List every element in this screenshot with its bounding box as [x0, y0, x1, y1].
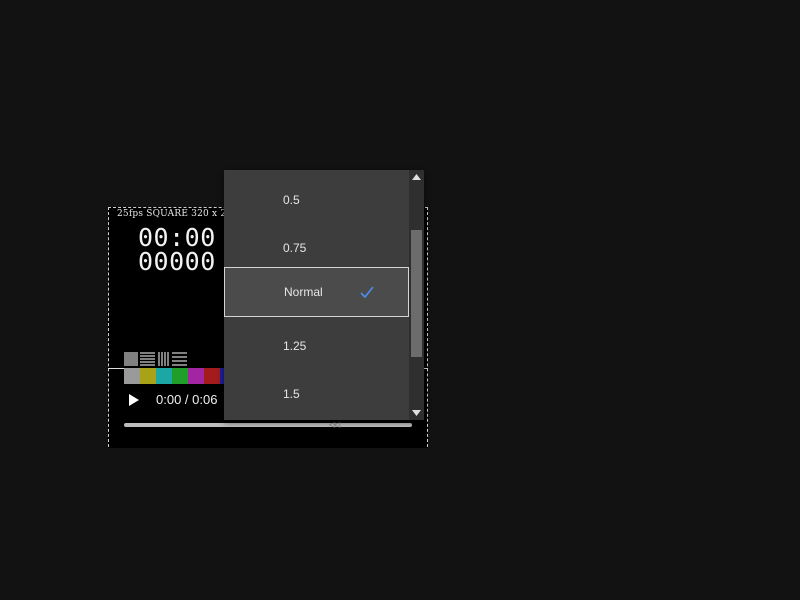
color-bar: [124, 368, 140, 384]
speed-option-label: 0.75: [283, 240, 307, 255]
speed-option[interactable]: 0.5: [224, 175, 409, 224]
color-bar: [188, 368, 204, 384]
speed-option[interactable]: 1.25: [224, 321, 409, 370]
speed-option-label: 0.5: [283, 192, 300, 207]
scrollbar-thumb[interactable]: [411, 230, 422, 357]
color-bars: [124, 368, 236, 384]
speed-option-label: 1.25: [283, 338, 307, 353]
color-bar: [140, 368, 156, 384]
play-icon[interactable]: [128, 393, 140, 407]
color-bar: [204, 368, 220, 384]
timecode-frames: 00000: [138, 247, 216, 276]
test-pattern-gratings: [124, 352, 187, 366]
speed-option[interactable]: 0.75: [224, 223, 409, 272]
time-display: 0:00 / 0:06: [156, 392, 218, 407]
color-bar: [156, 368, 172, 384]
progress-bar[interactable]: [124, 423, 412, 427]
speed-option[interactable]: Normal: [224, 267, 409, 317]
playback-speed-menu[interactable]: 0.5 0.75 Normal 1.25 1.5: [224, 170, 424, 420]
color-bar: [172, 368, 188, 384]
video-info-overlay: 25fps SQUARE 320 x 24: [117, 209, 233, 219]
speed-option-label: 1.5: [283, 386, 300, 401]
checkmark-icon: [360, 286, 374, 299]
speed-option-label: Normal: [284, 285, 323, 299]
menu-scrollbar[interactable]: [409, 170, 424, 420]
scroll-down-arrow-icon[interactable]: [412, 410, 421, 416]
scroll-up-arrow-icon[interactable]: [412, 174, 421, 180]
resize-grip-icon: ◁◁: [329, 420, 340, 429]
speed-option[interactable]: 1.5: [224, 369, 409, 418]
